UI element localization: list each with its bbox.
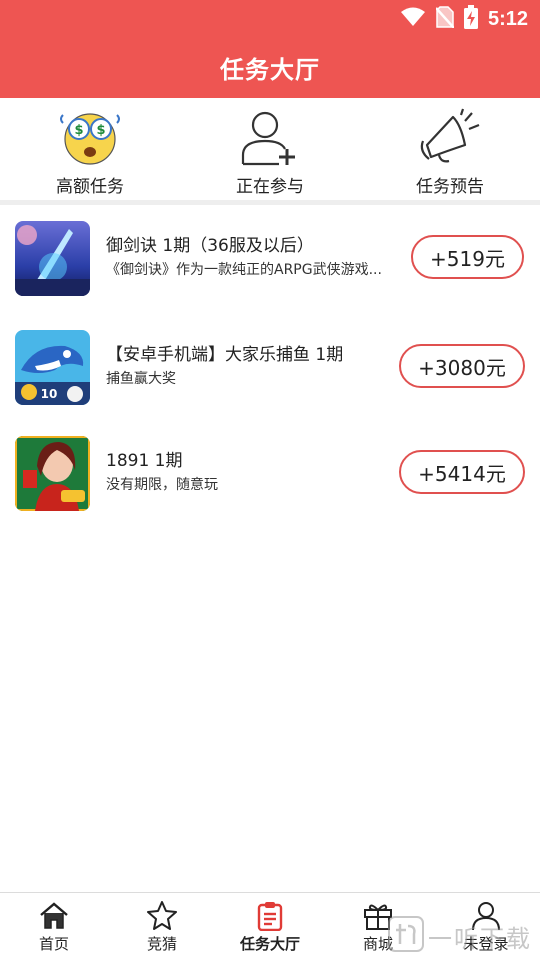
nav-label: 任务大厅	[239, 935, 300, 953]
nav-label: 竞猜	[146, 935, 177, 953]
megaphone-icon	[415, 106, 485, 168]
no-sim-icon	[435, 6, 455, 32]
money-eyes-emoji-icon: $ $	[55, 106, 125, 168]
svg-text:$: $	[74, 123, 83, 138]
svg-text:10: 10	[41, 387, 58, 401]
task-title: 【安卓手机端】大家乐捕鱼 1期	[106, 345, 344, 365]
category-preview[interactable]: 任务预告	[360, 98, 540, 200]
reward-button[interactable]: +5414元	[399, 450, 525, 494]
home-icon	[38, 901, 70, 931]
task-subtitle: 没有期限，随意玩	[106, 477, 218, 493]
nav-guess[interactable]: 竞猜	[108, 893, 216, 960]
category-label: 任务预告	[416, 177, 484, 197]
category-label: 正在参与	[236, 177, 304, 197]
reward-button[interactable]: +3080元	[399, 344, 525, 388]
task-thumbnail	[15, 221, 90, 296]
task-subtitle: 捕鱼赢大奖	[106, 371, 176, 387]
task-title: 1891 1期	[106, 451, 183, 471]
watermark: 一听下载	[388, 914, 532, 958]
page-title: 任务大厅	[220, 56, 320, 84]
screen: 5:12 任务大厅 $ $ 高额任务 正在参与 任务预告 御剑诀 1期（36服及…	[0, 0, 540, 960]
guess-star-icon	[146, 901, 178, 931]
status-bar: 5:12	[0, 0, 540, 36]
category-label: 高额任务	[56, 177, 124, 197]
reward-button[interactable]: +519元	[411, 235, 524, 279]
wifi-icon	[400, 7, 426, 31]
task-thumbnail	[15, 436, 90, 511]
status-time: 5:12	[487, 7, 528, 30]
nav-label: 首页	[38, 935, 69, 953]
svg-text:$: $	[96, 123, 105, 138]
status-icons: 5:12	[400, 5, 528, 33]
task-item[interactable]: 1891 1期 没有期限，随意玩 +5414元	[0, 436, 540, 532]
app-header: 5:12 任务大厅	[0, 0, 540, 98]
task-subtitle: 《御剑诀》作为一款纯正的ARPG武侠游戏...	[106, 262, 382, 278]
section-divider	[0, 200, 540, 205]
watermark-text: 一听下载	[428, 924, 532, 953]
nav-home[interactable]: 首页	[0, 893, 108, 960]
task-item[interactable]: 御剑诀 1期（36服及以后） 《御剑诀》作为一款纯正的ARPG武侠游戏... +…	[0, 221, 540, 317]
category-high-reward[interactable]: $ $ 高额任务	[0, 98, 180, 200]
watermark-logo-icon	[388, 916, 424, 956]
category-participating[interactable]: 正在参与	[180, 98, 360, 200]
task-thumbnail: 10	[15, 330, 90, 405]
battery-charging-icon	[463, 5, 478, 33]
user-add-icon	[235, 106, 305, 168]
task-item[interactable]: 10 【安卓手机端】大家乐捕鱼 1期 捕鱼赢大奖 +3080元	[0, 330, 540, 426]
task-title: 御剑诀 1期（36服及以后）	[106, 236, 314, 256]
nav-task-hall[interactable]: 任务大厅	[216, 893, 324, 960]
category-bar: $ $ 高额任务 正在参与 任务预告	[0, 98, 540, 200]
task-clipboard-icon	[254, 901, 286, 931]
